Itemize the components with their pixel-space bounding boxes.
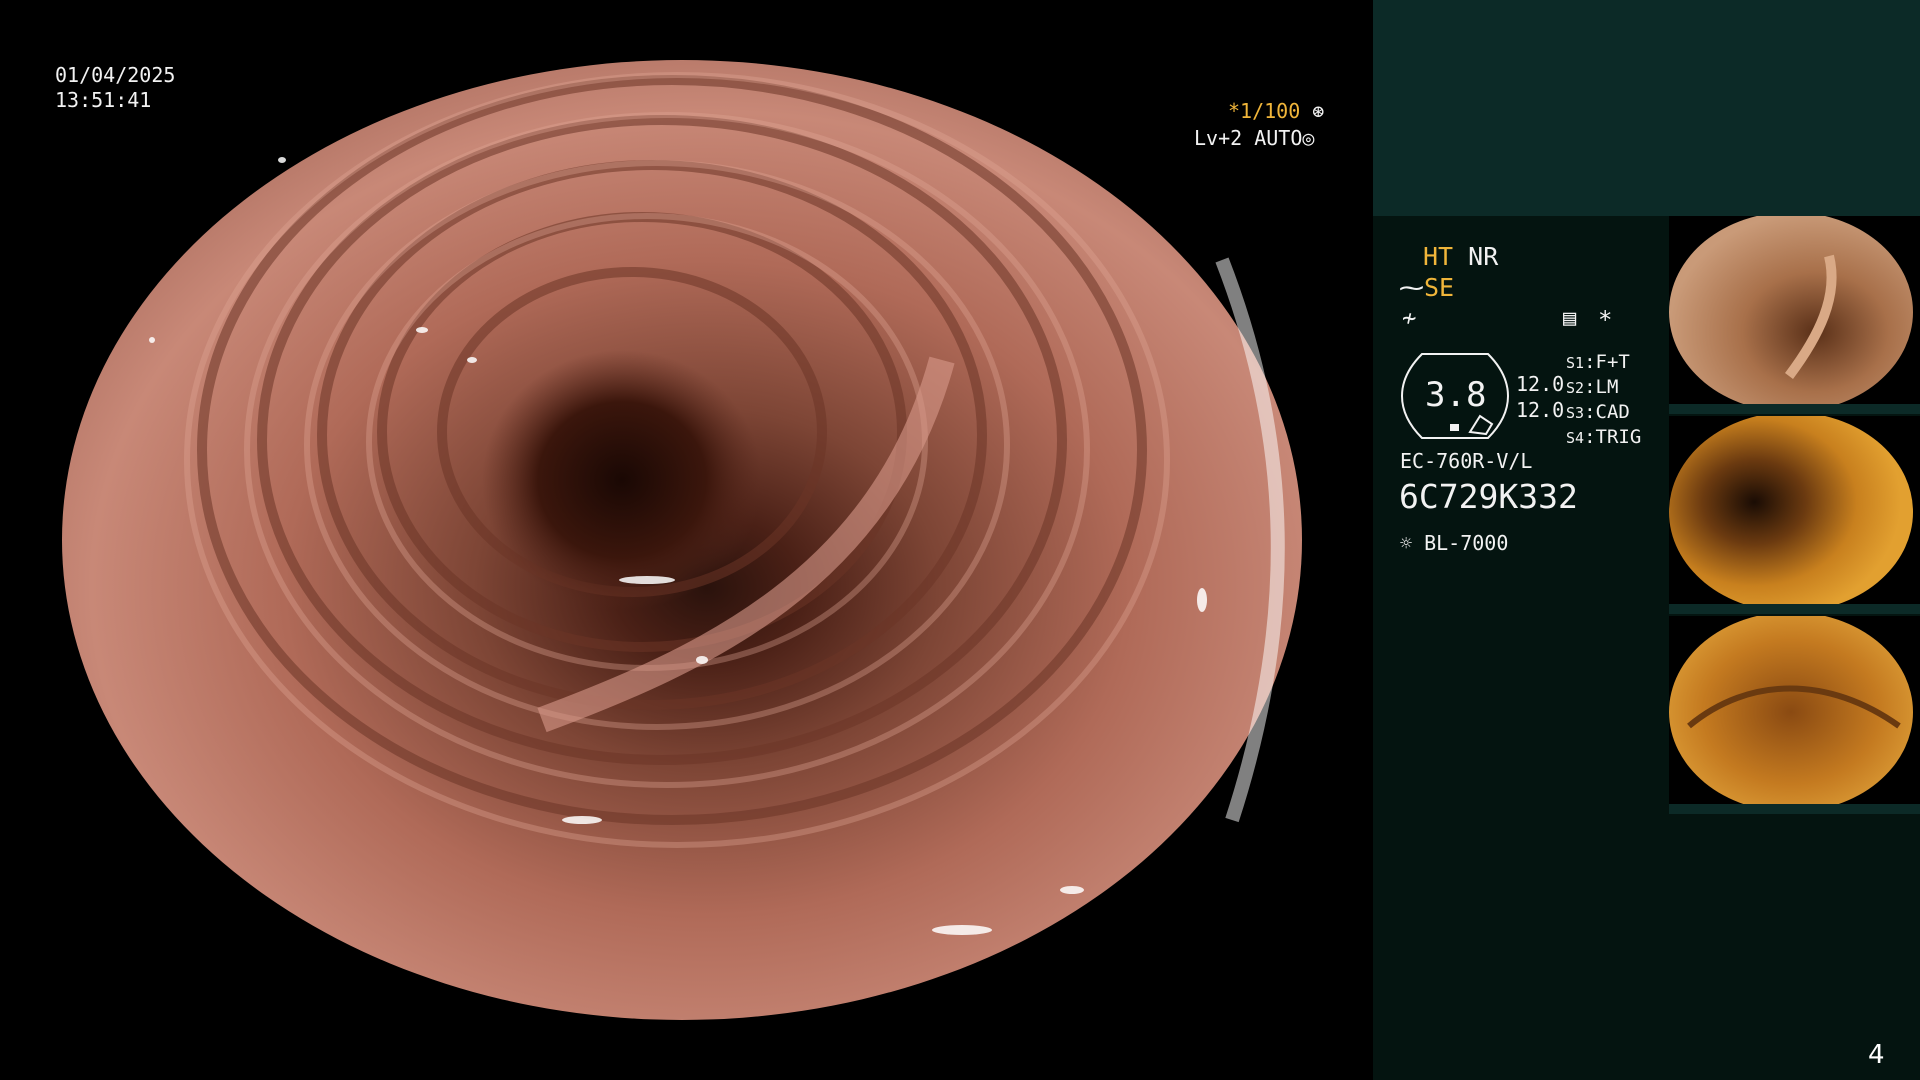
shutter-value: 1/100 [1240, 99, 1301, 123]
memory-icon: ▤ [1563, 306, 1577, 331]
switch-key: S2 [1566, 379, 1585, 397]
endoscope-image [62, 60, 1302, 1020]
scale-value-1: 12.0 [1516, 372, 1565, 396]
thumbnail-2[interactable] [1669, 416, 1920, 614]
thumbnail-3[interactable] [1669, 616, 1920, 814]
switch-row-s3: S3:CAD [1566, 401, 1630, 423]
panel-header-block [1373, 0, 1920, 216]
level-mode: AUTO [1254, 126, 1303, 150]
shutter-icon: ⊛ [1300, 99, 1325, 123]
scale-value-2: 12.0 [1516, 398, 1565, 422]
page-number: 4 [1868, 1040, 1885, 1070]
light-source-row: ☼ BL-7000 [1400, 531, 1508, 555]
switch-value: LM [1595, 376, 1619, 398]
date-label: 01/04/2025 [55, 63, 176, 87]
light-icon: ☼ [1400, 531, 1413, 555]
switch-value: TRIG [1595, 426, 1642, 448]
switch-key: S1 [1566, 354, 1585, 372]
color-enhance-icon: ≁ [1402, 304, 1417, 332]
shutter-star: * [1228, 99, 1241, 123]
shutter-readout: *1/100 ⊛ [1228, 99, 1324, 124]
switch-key: S3 [1566, 404, 1585, 422]
nr-label: NR [1468, 242, 1499, 271]
se-label: SE [1424, 273, 1455, 302]
level-readout: Lv+2 AUTO◎ [1194, 126, 1314, 151]
switch-row-s2: S2:LM [1566, 376, 1619, 398]
image-mode-row: HT NR [1423, 242, 1498, 271]
scope-serial: 6C729K332 [1399, 477, 1578, 516]
switch-key: S4 [1566, 429, 1585, 447]
switch-row-s1: S1:F+T [1566, 351, 1630, 373]
light-source-label: BL-7000 [1424, 531, 1509, 555]
thumbnail-1[interactable] [1669, 216, 1920, 414]
ht-label: HT [1423, 242, 1454, 271]
se-row: ⁓SE [1399, 273, 1454, 302]
endoscope-viewport: 01/04/2025 13:51:41 *1/100 ⊛ Lv+2 AUTO◎ [0, 0, 1373, 1080]
zoom-value: 3.8 [1425, 375, 1487, 415]
iris-icon: ◎ [1302, 126, 1315, 150]
scope-model: EC-760R-V/L [1400, 449, 1533, 473]
level-label: Lv+2 [1194, 126, 1243, 150]
time-label: 13:51:41 [55, 88, 152, 112]
switch-row-s4: S4:TRIG [1566, 426, 1642, 448]
switch-value: CAD [1595, 401, 1630, 423]
structure-icon: ⁓ [1399, 273, 1424, 302]
asterisk-icon: * [1598, 306, 1613, 334]
switch-value: F+T [1595, 351, 1630, 373]
